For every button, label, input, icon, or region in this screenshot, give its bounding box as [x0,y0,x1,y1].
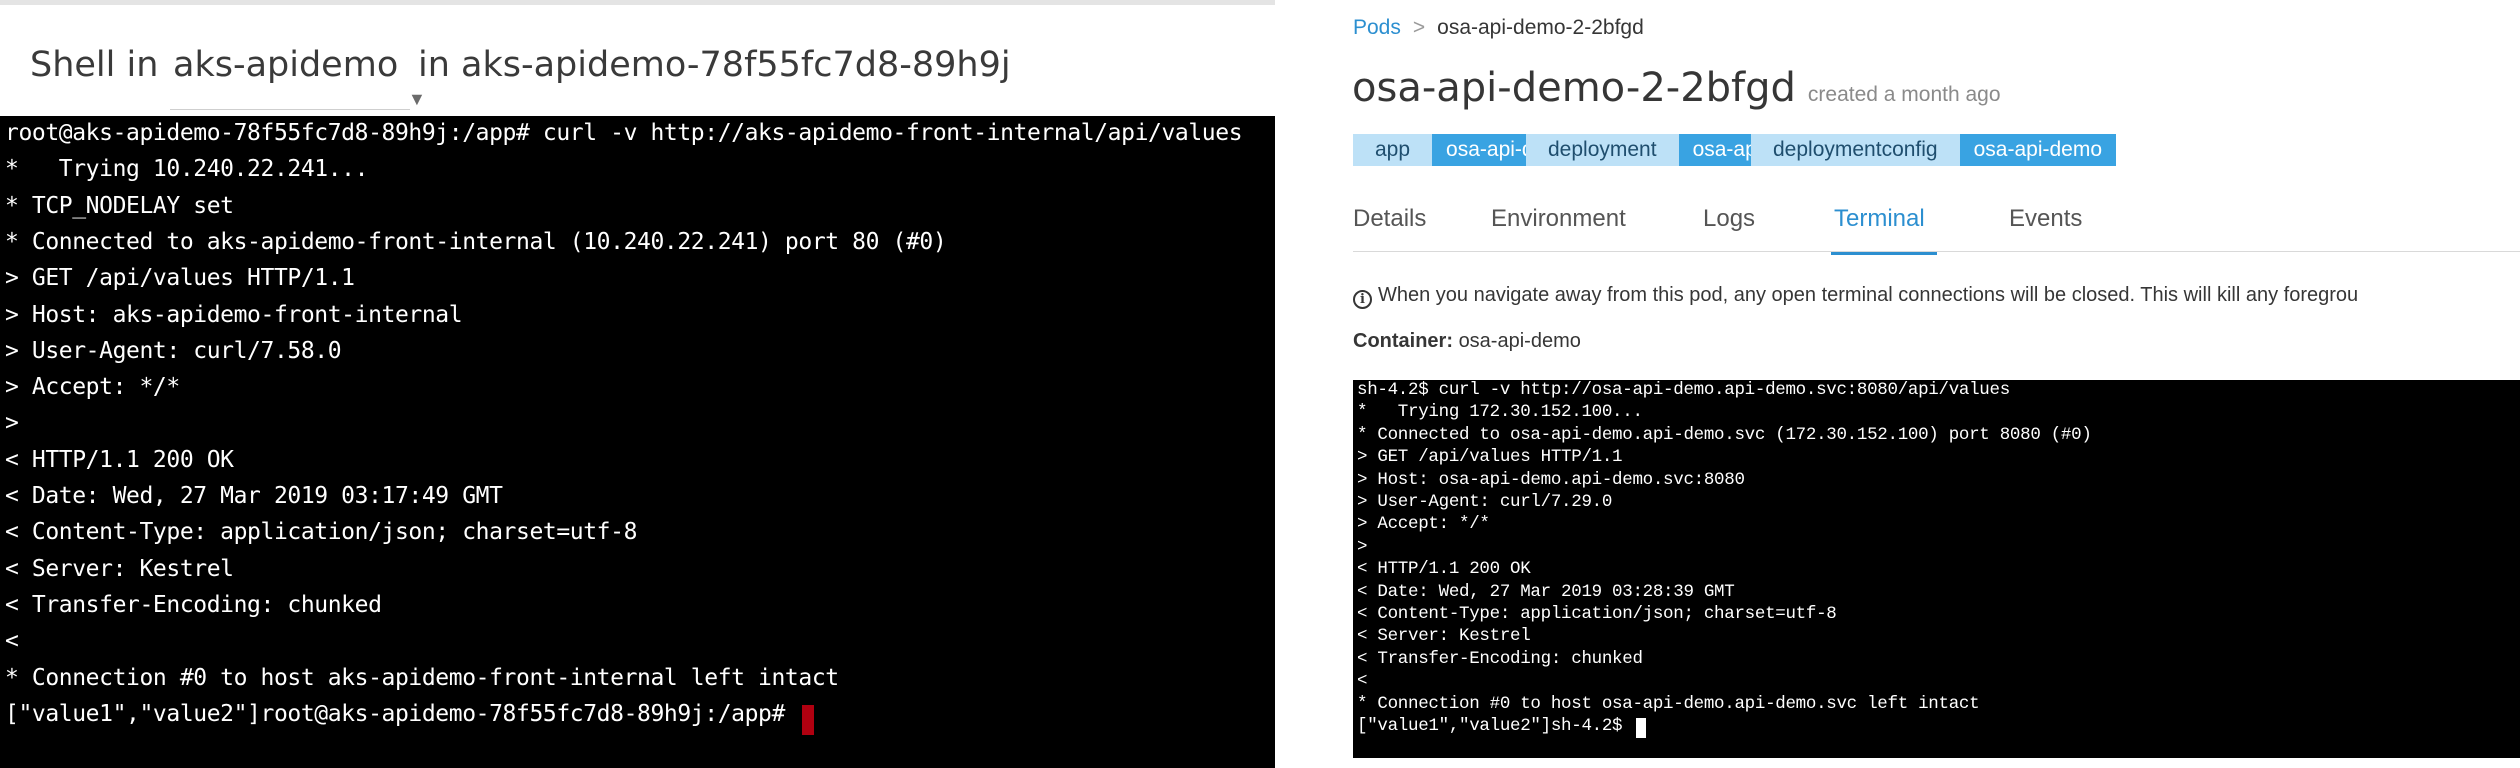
terminal-line: * Trying 172.30.152.100... [1357,402,1643,423]
terminal-line: > User-Agent: curl/7.58.0 [5,337,342,364]
label-key: deploymentconfig [1751,134,1960,166]
terminal-line: sh-4.2$ curl -v http://osa-api-demo.api-… [1357,380,2010,400]
terminal-line: < [1357,671,1368,692]
terminal-line: * Connection #0 to host osa-api-demo.api… [1357,693,1980,714]
terminal-notice: i When you navigate away from this pod, a… [1353,284,2358,309]
terminal-line: * Connection #0 to host aks-apidemo-fron… [5,664,839,691]
info-icon: i [1353,290,1372,309]
pod-name-text: in aks-apidemo-78f55fc7d8-89h9j [418,45,1011,85]
terminal-line: * Connected to osa-api-demo.api-demo.svc… [1357,424,2092,445]
terminal[interactable]: sh-4.2$ curl -v http://osa-api-demo.api-… [1353,380,2520,758]
terminal-line: < Transfer-Encoding: chunked [1357,648,1643,669]
terminal-line: < Server: Kestrel [1357,626,1531,647]
terminal-line: > [1357,536,1368,557]
tab-logs[interactable]: Logs [1703,205,1755,233]
terminal-line: < Date: Wed, 27 Mar 2019 03:17:49 GMT [5,483,503,509]
created-timestamp: created a month ago [1807,83,2001,106]
terminal-line: < Server: Kestrel [5,555,234,582]
openshift-pod-panel: Pods > osa-api-demo-2-2bfgd osa-api-demo-2… [1320,0,2520,768]
terminal-line: < Transfer-Encoding: chunked [5,591,382,618]
terminal-line: > Accept: */* [5,374,180,401]
label-key: app [1353,134,1433,166]
terminal-line: < [5,628,19,655]
terminal-line: ["value1","value2"]sh-4.2$ [1357,716,1633,736]
tabs-divider [1353,251,2520,252]
pod-title-text: osa-api-demo-2-2bfgd [1352,65,1796,111]
breadcrumb-current: osa-api-demo-2-2bfgd [1437,16,1644,39]
terminal-line: > Host: aks-apidemo-front-internal [5,301,463,328]
terminal-line: > [5,410,19,437]
chevron-down-icon: ▼ [408,89,426,109]
label-value: osa-api-demo [1959,134,2117,166]
tab-details[interactable]: Details [1353,205,1426,233]
aks-shell-panel: Shell in aks-apidemo ▼ in aks-apidemo-78… [0,0,1275,768]
terminal-line: > GET /api/values HTTP/1.1 [1357,447,1623,468]
shell-header: Shell in aks-apidemo ▼ in aks-apidemo-78… [0,5,1275,116]
terminal-line: > Host: osa-api-demo.api-demo.svc:8080 [1357,469,1745,490]
terminal-line: * Trying 10.240.22.241... [5,156,369,183]
tab-events[interactable]: Events [2009,205,2082,233]
container-select[interactable]: aks-apidemo ▼ [30,35,426,110]
terminal-line: root@aks-apidemo-78f55fc7d8-89h9j:/app# … [5,120,1243,146]
tab-bar: Details Environment Logs Terminal Events [1353,205,2520,255]
breadcrumb-separator-icon: > [1412,16,1426,39]
breadcrumb: Pods > osa-api-demo-2-2bfgd [1353,16,1644,40]
terminal-line: > Accept: */* [1357,514,1490,535]
terminal[interactable]: root@aks-apidemo-78f55fc7d8-89h9j:/app# … [0,116,1275,768]
terminal-line: < HTTP/1.1 200 OK [5,446,234,473]
terminal-cursor [1636,718,1647,739]
container-info: Container: osa-api-demo [1353,330,1581,353]
terminal-line: * TCP_NODELAY set [5,192,234,219]
terminal-line: < HTTP/1.1 200 OK [1357,559,1531,580]
page-title: osa-api-demo-2-2bfgd created a month ago [1352,65,2001,111]
tab-environment[interactable]: Environment [1491,205,1626,233]
breadcrumb-pods-link[interactable]: Pods [1353,16,1401,39]
label-deploymentconfig[interactable]: deploymentconfig osa-api-demo [1751,134,2117,166]
container-label: Container: [1353,330,1453,352]
terminal-line: > GET /api/values HTTP/1.1 [5,265,355,292]
terminal-line: * Connected to aks-apidemo-front-interna… [5,228,947,255]
terminal-line: < Content-Type: application/json; charse… [5,519,638,546]
select-underline [170,109,410,110]
terminal-line: ["value1","value2"]root@aks-apidemo-78f5… [5,700,799,727]
label-key: deployment [1526,134,1679,166]
terminal-cursor [802,704,815,735]
tab-terminal[interactable]: Terminal [1834,205,1925,233]
terminal-line: < Content-Type: application/json; charse… [1357,604,1837,624]
notice-text: When you navigate away from this pod, an… [1378,284,2359,306]
container-select-value: aks-apidemo [173,45,399,85]
container-value[interactable]: osa-api-demo [1459,330,1581,352]
terminal-line: > User-Agent: curl/7.29.0 [1357,492,1613,512]
terminal-line: < Date: Wed, 27 Mar 2019 03:28:39 GMT [1357,581,1735,602]
